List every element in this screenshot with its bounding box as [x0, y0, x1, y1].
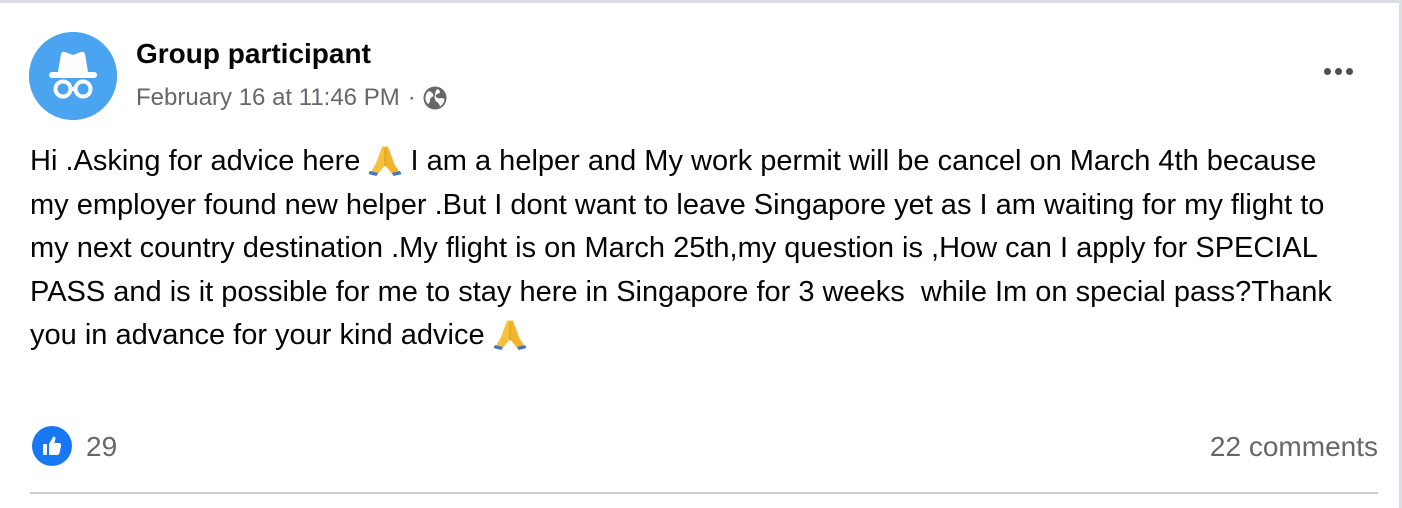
meta-separator: ·	[407, 84, 416, 111]
folded-hands-emoji-icon	[368, 146, 402, 176]
card-top-border	[0, 0, 1402, 3]
reactions-bar: 29 22 comments	[32, 425, 1378, 467]
thumbs-up-icon[interactable]	[32, 426, 72, 466]
post-text-part-1: Hi .Asking for advice here	[30, 145, 369, 177]
author-name[interactable]: Group participant	[136, 36, 371, 72]
post-meta: February 16 at 11:46 PM ·	[136, 82, 448, 114]
more-dot	[1334, 67, 1342, 75]
comments-count-link[interactable]: 22 comments	[1210, 429, 1378, 465]
globe-icon[interactable]	[422, 85, 448, 111]
folded-hands-emoji-icon	[493, 320, 527, 351]
anonymous-avatar-icon[interactable]	[29, 32, 117, 120]
more-dot	[1345, 67, 1353, 75]
like-count[interactable]: 29	[86, 429, 117, 465]
post-body: Hi .Asking for advice here I am a helper…	[30, 140, 1360, 358]
more-options-icon[interactable]	[1316, 58, 1360, 84]
post-timestamp[interactable]: February 16 at 11:46 PM	[136, 84, 400, 112]
footer-divider	[30, 492, 1378, 494]
more-dot	[1323, 67, 1331, 75]
